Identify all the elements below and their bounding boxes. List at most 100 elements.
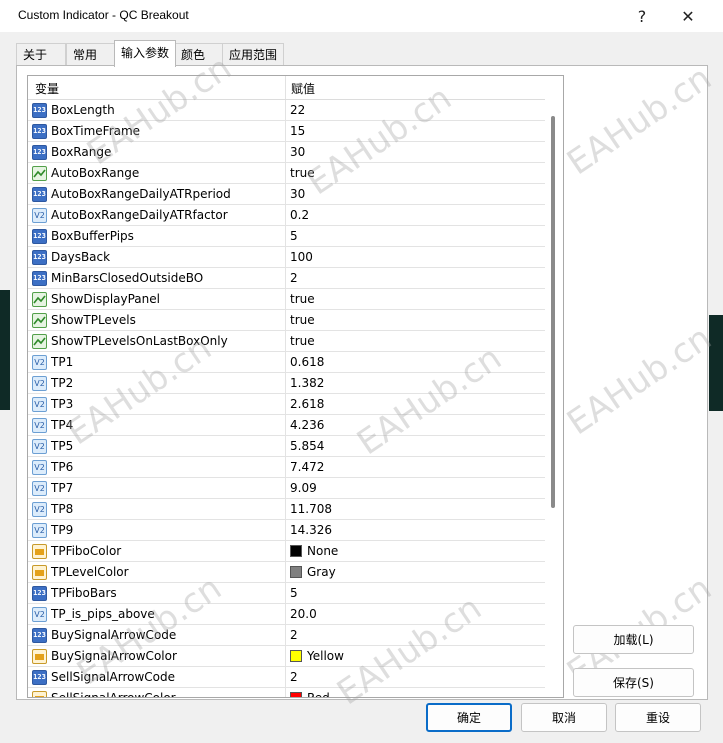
variable-value[interactable]: true	[290, 166, 315, 180]
cell-divider	[285, 562, 286, 583]
variable-value-text: 30	[290, 187, 306, 201]
table-row[interactable]: 123 MinBarsClosedOutsideBO 2	[28, 268, 545, 289]
table-row[interactable]: V2 TP2 1.382	[28, 373, 545, 394]
table-header: 变量 赋值	[28, 76, 545, 100]
integer-type-icon: 123	[32, 124, 47, 139]
variable-value[interactable]: 2.618	[290, 397, 324, 411]
variable-value[interactable]: 30	[290, 145, 305, 159]
double-type-icon: V2	[32, 502, 47, 517]
variable-value[interactable]: 1.382	[290, 376, 324, 390]
variable-value[interactable]: 2	[290, 271, 298, 285]
table-row[interactable]: SellSignalArrowColor Red	[28, 688, 545, 698]
table-row[interactable]: 123 BoxRange 30	[28, 142, 545, 163]
variable-name: TP6	[51, 460, 74, 474]
table-row[interactable]: 123 BoxBufferPips 5	[28, 226, 545, 247]
table-row[interactable]: V2 TP7 9.09	[28, 478, 545, 499]
variable-value[interactable]: Red	[290, 691, 330, 698]
table-row[interactable]: TPLevelColor Gray	[28, 562, 545, 583]
scrollbar-thumb[interactable]	[551, 116, 555, 508]
column-header-value[interactable]: 赋值	[291, 80, 315, 97]
load-button[interactable]: 加载(L)	[573, 625, 694, 654]
variable-value[interactable]: 11.708	[290, 502, 332, 516]
table-row[interactable]: V2 TP3 2.618	[28, 394, 545, 415]
table-row[interactable]: V2 TP5 5.854	[28, 436, 545, 457]
table-row[interactable]: 123 AutoBoxRangeDailyATRperiod 30	[28, 184, 545, 205]
variable-value[interactable]: 2	[290, 670, 298, 684]
variable-value[interactable]: 20.0	[290, 607, 317, 621]
cell-divider	[285, 646, 286, 667]
tab-common[interactable]: 常用	[66, 43, 116, 65]
reset-button[interactable]: 重设	[615, 703, 701, 732]
variable-name: BoxRange	[51, 145, 112, 159]
variable-value[interactable]: 5	[290, 586, 298, 600]
table-row[interactable]: 123 TPFiboBars 5	[28, 583, 545, 604]
tab-about[interactable]: 关于	[16, 43, 66, 65]
ok-button[interactable]: 确定	[426, 703, 512, 732]
variable-value[interactable]: 100	[290, 250, 313, 264]
table-row[interactable]: V2 TP4 4.236	[28, 415, 545, 436]
color-swatch	[290, 566, 302, 578]
table-row[interactable]: V2 TP_is_pips_above 20.0	[28, 604, 545, 625]
color-type-icon	[32, 565, 47, 580]
close-icon: ✕	[681, 6, 695, 26]
variable-name: TPFiboColor	[51, 544, 122, 558]
table-row[interactable]: V2 AutoBoxRangeDailyATRfactor 0.2	[28, 205, 545, 226]
table-row[interactable]: V2 TP6 7.472	[28, 457, 545, 478]
variable-value-text: 14.326	[290, 523, 332, 537]
close-button[interactable]: ✕	[666, 0, 710, 32]
table-row[interactable]: ShowTPLevels true	[28, 310, 545, 331]
variable-value[interactable]: 14.326	[290, 523, 332, 537]
table-row[interactable]: AutoBoxRange true	[28, 163, 545, 184]
column-divider[interactable]	[285, 76, 286, 99]
variable-value[interactable]: 0.618	[290, 355, 324, 369]
variable-value-text: 100	[290, 250, 313, 264]
table-row[interactable]: TPFiboColor None	[28, 541, 545, 562]
save-button[interactable]: 保存(S)	[573, 668, 694, 697]
cell-divider	[285, 436, 286, 457]
variable-value-text: Red	[307, 691, 330, 698]
table-row[interactable]: 123 BoxTimeFrame 15	[28, 121, 545, 142]
integer-type-icon: 123	[32, 628, 47, 643]
background-chart-right-edge	[709, 315, 723, 411]
table-row[interactable]: V2 TP1 0.618	[28, 352, 545, 373]
table-row[interactable]: 123 SellSignalArrowCode 2	[28, 667, 545, 688]
table-row[interactable]: 123 BoxLength 22	[28, 100, 545, 121]
variable-value[interactable]: 15	[290, 124, 305, 138]
title-bar: Custom Indicator - QC Breakout ? ✕	[0, 0, 723, 32]
integer-type-icon: 123	[32, 229, 47, 244]
variable-value[interactable]: 9.09	[290, 481, 317, 495]
cell-divider	[285, 247, 286, 268]
double-type-icon: V2	[32, 208, 47, 223]
cell-divider	[285, 142, 286, 163]
variable-value[interactable]: 22	[290, 103, 305, 117]
vertical-scrollbar[interactable]	[545, 76, 563, 697]
table-row[interactable]: V2 TP8 11.708	[28, 499, 545, 520]
variable-value[interactable]: None	[290, 544, 338, 558]
variable-value[interactable]: true	[290, 334, 315, 348]
variable-value[interactable]: 2	[290, 628, 298, 642]
variable-value[interactable]: 5.854	[290, 439, 324, 453]
variable-value[interactable]: Yellow	[290, 649, 344, 663]
variable-value[interactable]: 5	[290, 229, 298, 243]
tab-visualization[interactable]: 应用范围	[222, 43, 284, 65]
table-row[interactable]: BuySignalArrowColor Yellow	[28, 646, 545, 667]
variable-value[interactable]: 7.472	[290, 460, 324, 474]
table-row[interactable]: V2 TP9 14.326	[28, 520, 545, 541]
table-row[interactable]: 123 DaysBack 100	[28, 247, 545, 268]
variable-value-text: 0.618	[290, 355, 325, 369]
table-row[interactable]: 123 BuySignalArrowCode 2	[28, 625, 545, 646]
table-row[interactable]: ShowTPLevelsOnLastBoxOnly true	[28, 331, 545, 352]
cancel-button[interactable]: 取消	[521, 703, 607, 732]
tab-colors[interactable]: 颜色	[174, 43, 224, 65]
variable-value[interactable]: 4.236	[290, 418, 324, 432]
table-row[interactable]: ShowDisplayPanel true	[28, 289, 545, 310]
column-header-variable[interactable]: 变量	[35, 80, 59, 97]
help-button[interactable]: ?	[620, 0, 664, 32]
tab-inputs[interactable]: 输入参数	[114, 40, 176, 67]
variable-value[interactable]: true	[290, 313, 315, 327]
variable-name: TPFiboBars	[51, 586, 117, 600]
variable-value[interactable]: 0.2	[290, 208, 309, 222]
variable-value[interactable]: 30	[290, 187, 305, 201]
variable-value[interactable]: Gray	[290, 565, 336, 579]
variable-value[interactable]: true	[290, 292, 315, 306]
